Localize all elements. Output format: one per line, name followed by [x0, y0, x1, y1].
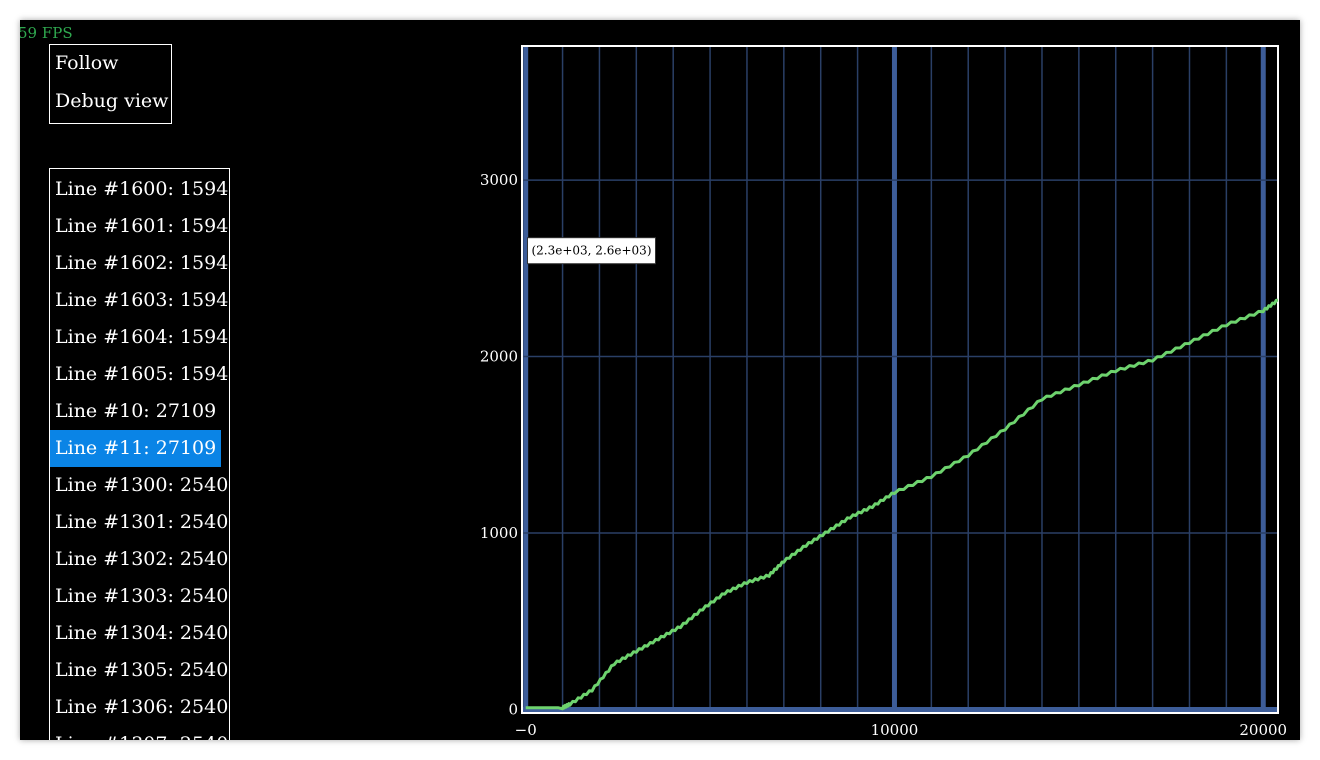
- coordinate-tooltip-text: (2.3e+03, 2.6e+03): [531, 244, 651, 258]
- x-tick-label: 10000: [871, 721, 919, 739]
- line-list[interactable]: Line #1600: 1594 Line #1601: 1594 Line #16…: [49, 168, 230, 740]
- list-item[interactable]: Line #1600: 1594: [50, 171, 229, 208]
- list-item[interactable]: Line #1304: 25405: [50, 615, 229, 652]
- fps-counter: 59 FPS: [20, 24, 73, 42]
- list-item[interactable]: Line #1605: 1594: [50, 356, 229, 393]
- list-item[interactable]: Line #1300: 25405: [50, 467, 229, 504]
- list-item[interactable]: Line #1306: 25405: [50, 689, 229, 726]
- list-item[interactable]: Line #1601: 1594: [50, 208, 229, 245]
- list-item[interactable]: Line #1604: 1594: [50, 319, 229, 356]
- list-item[interactable]: Line #1301: 25405: [50, 504, 229, 541]
- list-item[interactable]: Line #1307: 25405: [50, 726, 229, 740]
- list-item[interactable]: Line #1602: 1594: [50, 245, 229, 282]
- y-tick-label: 1000: [480, 524, 518, 542]
- follow-toggle[interactable]: Follow: [55, 51, 118, 75]
- y-tick-label: 0: [508, 700, 518, 718]
- list-item[interactable]: Line #1603: 1594: [50, 282, 229, 319]
- app-window: −0 10000 20000 0 1000 2000 3000 (2.3e+03, 2.6e+…: [20, 20, 1300, 740]
- plot-frame: [521, 45, 1279, 714]
- list-item[interactable]: Line #1302: 25405: [50, 541, 229, 578]
- options-menu: Follow Debug view: [49, 44, 172, 124]
- y-tick-label: 2000: [480, 348, 518, 366]
- x-tick-label: 20000: [1239, 721, 1287, 739]
- list-item[interactable]: Line #11: 27109: [50, 430, 222, 467]
- list-item[interactable]: Line #1303: 25405: [50, 578, 229, 615]
- debug-view-toggle[interactable]: Debug view: [55, 89, 168, 113]
- series-line: [525, 298, 1279, 711]
- y-tick-label: 3000: [480, 171, 518, 189]
- list-item[interactable]: Line #1305: 25405: [50, 652, 229, 689]
- x-tick-label: −0: [515, 721, 537, 739]
- list-item[interactable]: Line #10: 27109: [50, 393, 221, 430]
